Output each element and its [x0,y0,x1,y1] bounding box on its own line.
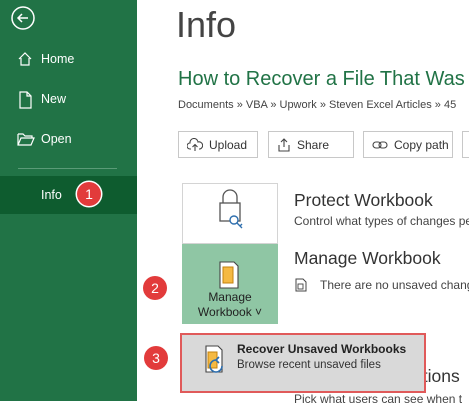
manage-workbook-label-line2: Workbook ˅ [197,305,263,319]
link-icon [372,140,388,149]
share-button[interactable]: Share [268,131,354,158]
lock-key-icon [219,189,243,229]
page-title: Info [176,4,237,45]
new-document-icon [17,91,33,109]
manage-workbook-description: There are no unsaved change [320,278,469,292]
recover-unsaved-title: Recover Unsaved Workbooks [237,342,407,356]
home-icon [17,51,33,69]
breadcrumb[interactable]: Documents » VBA » Upwork » Steven Excel … [178,99,456,111]
sidebar-item-new[interactable]: New [0,80,137,120]
protect-workbook-description: Control what types of changes pe [294,214,469,228]
protect-workbook-button[interactable] [182,183,278,244]
copy-path-button[interactable]: Copy path [363,131,453,158]
backstage-sidebar: Home New Open Info [0,0,137,401]
manage-workbook-label-line1: Manage [208,290,252,304]
manage-workbook-icon [219,261,239,289]
back-arrow-icon[interactable] [9,4,37,32]
more-actions-button[interactable] [462,131,469,158]
step-badge-2: 2 [143,276,167,300]
upload-icon [187,137,203,151]
sidebar-item-home[interactable]: Home [0,40,137,80]
sidebar-item-label: Open [41,132,72,146]
sidebar-divider [18,168,117,169]
sidebar-item-open[interactable]: Open [0,120,137,160]
recover-unsaved-description: Browse recent unsaved files [237,359,381,371]
document-info-icon [294,278,308,297]
sidebar-item-label: New [41,92,67,106]
sidebar-item-label: Info [41,188,62,202]
upload-label: Upload [209,137,248,152]
sidebar-item-label: Home [41,52,75,66]
document-title: How to Recover a File That Was [178,68,465,90]
share-icon [278,137,290,152]
copy-path-label: Copy path [394,137,449,152]
manage-workbook-button[interactable]: Manage Workbook ˅ [182,244,278,324]
share-label: Share [297,137,330,152]
step-badge-3: 3 [144,346,168,370]
browser-view-options-description-partial: Pick what users can see when t [294,392,463,406]
folder-open-icon [17,131,35,149]
recover-workbook-icon [205,345,223,373]
recover-unsaved-workbooks-menu-item[interactable]: Recover Unsaved Workbooks Browse recent … [180,333,426,393]
sidebar-item-info[interactable]: Info [0,176,137,214]
manage-workbook-title: Manage Workbook [294,248,441,268]
protect-workbook-title: Protect Workbook [294,190,433,210]
step-badge-1: 1 [77,182,101,206]
upload-button[interactable]: Upload [178,131,258,158]
